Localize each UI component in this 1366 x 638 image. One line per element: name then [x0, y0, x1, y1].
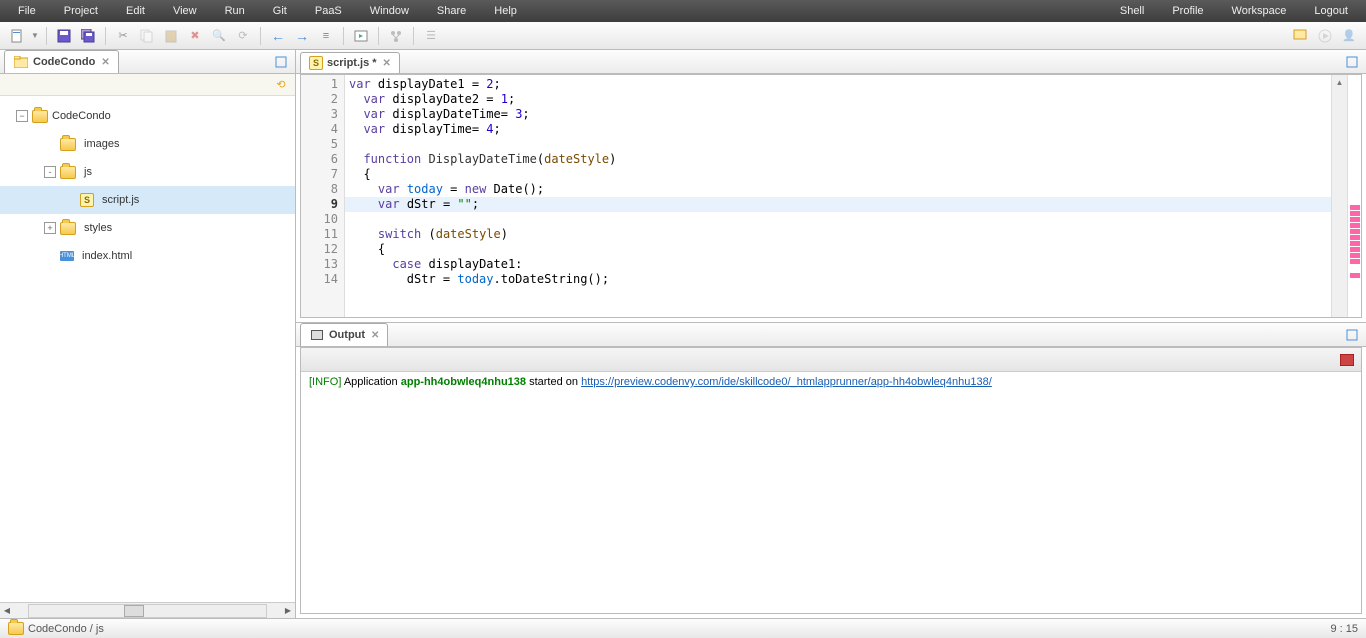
menu-edit[interactable]: Edit [112, 2, 159, 20]
menu-file[interactable]: File [4, 2, 50, 20]
status-path: CodeCondo / js [28, 623, 104, 635]
output-line: [INFO] Application app-hh4obwleq4nhu138 … [309, 376, 1353, 388]
close-icon[interactable]: ✕ [371, 330, 379, 341]
feedback-icon[interactable] [1290, 26, 1312, 46]
maximize-panel-icon[interactable] [1344, 327, 1360, 343]
menu-share[interactable]: Share [423, 2, 480, 20]
vertical-scrollbar[interactable]: ▲ [1331, 75, 1347, 317]
status-bar: CodeCondo / js 9 : 15 [0, 618, 1366, 638]
tree-item-images[interactable]: images [0, 130, 295, 158]
close-icon[interactable]: ✕ [101, 57, 109, 68]
collapse-icon[interactable]: − [16, 110, 28, 122]
cut-icon[interactable]: ✂ [112, 26, 134, 46]
tree-item-label: images [84, 138, 119, 150]
menu-window[interactable]: Window [356, 2, 423, 20]
cursor-position: 9 : 15 [1330, 623, 1358, 635]
run-config-icon[interactable] [350, 26, 372, 46]
output-tab-label: Output [329, 329, 365, 341]
output-console: [INFO] Application app-hh4obwleq4nhu138 … [300, 347, 1362, 614]
js-file-icon: S [309, 56, 323, 70]
output-url-link[interactable]: https://preview.codenvy.com/ide/skillcod… [581, 376, 992, 388]
collapse-icon[interactable]: - [44, 166, 56, 178]
console-icon [309, 327, 325, 343]
menu-paas[interactable]: PaaS [301, 2, 356, 20]
explorer-tab[interactable]: CodeCondo ✕ [4, 50, 119, 73]
tree-item-label: index.html [82, 250, 132, 262]
folder-open-icon [32, 110, 48, 123]
nav-back-icon[interactable]: ← [267, 26, 289, 46]
menu-git[interactable]: Git [259, 2, 301, 20]
project-explorer: CodeCondo ✕ ⟲ − CodeCondo images - js Sscri… [0, 50, 296, 618]
new-file-icon[interactable] [6, 26, 28, 46]
tree-item-js[interactable]: - js [0, 158, 295, 186]
output-panel: Output ✕ [INFO] Application app-hh4obwle… [296, 323, 1366, 618]
file-tree: − CodeCondo images - js Sscript.js + styles HT… [0, 96, 295, 602]
save-icon[interactable] [53, 26, 75, 46]
menu-logout[interactable]: Logout [1300, 2, 1362, 20]
tree-item-label: js [84, 166, 92, 178]
debug-icon[interactable]: 👤 [1338, 26, 1360, 46]
overview-ruler[interactable] [1347, 75, 1361, 317]
save-all-icon[interactable] [77, 26, 99, 46]
tree-item-script-js[interactable]: Sscript.js [0, 186, 295, 214]
menu-view[interactable]: View [159, 2, 211, 20]
list-icon[interactable]: ☰ [420, 26, 442, 46]
expand-icon[interactable]: + [44, 222, 56, 234]
explorer-tab-label: CodeCondo [33, 56, 95, 68]
editor-tab[interactable]: S script.js * ✕ [300, 52, 400, 73]
tree-item-index-html[interactable]: HTML index.html [0, 242, 295, 270]
format-icon[interactable]: ≡ [315, 26, 337, 46]
search-icon[interactable]: 🔍 [208, 26, 230, 46]
delete-icon[interactable]: ✖ [184, 26, 206, 46]
new-file-dropdown-icon[interactable]: ▼ [30, 26, 40, 46]
sync-icon[interactable]: ⟲ [273, 77, 289, 93]
folder-open-icon [8, 621, 24, 637]
nav-forward-icon[interactable]: → [291, 26, 313, 46]
branch-icon[interactable] [385, 26, 407, 46]
menu-bar: File Project Edit View Run Git PaaS Wind… [0, 0, 1366, 22]
output-tab[interactable]: Output ✕ [300, 323, 388, 346]
maximize-panel-icon[interactable] [1344, 54, 1360, 70]
folder-icon [60, 166, 76, 179]
folder-icon [60, 138, 76, 151]
js-file-icon: S [80, 193, 94, 207]
run-icon[interactable] [1314, 26, 1336, 46]
line-gutter: 1234567891011121314 [301, 75, 345, 317]
editor-panel: S script.js * ✕ 1234567891011121314 var … [296, 50, 1366, 323]
menu-shell[interactable]: Shell [1106, 2, 1158, 20]
tree-item-label: styles [84, 222, 112, 234]
folder-icon [60, 222, 76, 235]
tree-item-styles[interactable]: + styles [0, 214, 295, 242]
tree-root-label: CodeCondo [52, 110, 111, 122]
tree-root[interactable]: − CodeCondo [0, 102, 295, 130]
refresh-icon[interactable]: ⟳ [232, 26, 254, 46]
code-area[interactable]: var displayDate1 = 2; var displayDate2 =… [345, 75, 1331, 317]
menu-workspace[interactable]: Workspace [1218, 2, 1301, 20]
menu-run[interactable]: Run [211, 2, 259, 20]
close-icon[interactable]: ✕ [383, 58, 391, 69]
code-editor[interactable]: 1234567891011121314 var displayDate1 = 2… [300, 74, 1362, 318]
menu-help[interactable]: Help [480, 2, 531, 20]
html-file-icon: HTML [60, 251, 74, 261]
tree-item-label: script.js [102, 194, 139, 206]
menu-profile[interactable]: Profile [1158, 2, 1217, 20]
minimize-panel-icon[interactable] [273, 54, 289, 70]
copy-icon[interactable] [136, 26, 158, 46]
editor-tab-label: script.js * [327, 57, 377, 69]
clear-console-icon[interactable] [1339, 352, 1355, 368]
horizontal-scrollbar[interactable]: ◀ ▶ [0, 602, 295, 618]
toolbar: ▼ ✂ ✖ 🔍 ⟳ ← → ≡ ☰ 👤 [0, 22, 1366, 50]
paste-icon[interactable] [160, 26, 182, 46]
project-icon [13, 54, 29, 70]
menu-project[interactable]: Project [50, 2, 112, 20]
